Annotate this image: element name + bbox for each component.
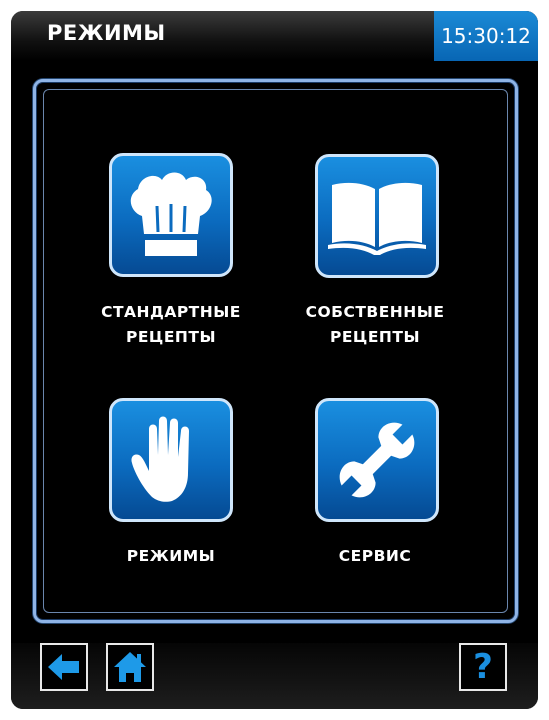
modes-button[interactable] [109, 398, 233, 522]
standard-recipes-label-line1: СТАНДАРТНЫЕ [101, 303, 241, 321]
header-bar: РЕЖИМЫ 15:30:12 [11, 11, 538, 61]
wrench-icon [339, 422, 415, 498]
menu-panel: СТАНДАРТНЫЕ РЕЦЕПТЫ СОБСТВЕННЫЕ РЕЦЕПТЫ … [33, 79, 518, 623]
own-recipes-button[interactable] [315, 154, 439, 278]
device-screen: РЕЖИМЫ 15:30:12 СТАНДАРТНЫЕ РЕЦЕПТЫ СОБС… [11, 11, 538, 709]
service-label-line1: СЕРВИС [338, 547, 412, 565]
modes-label-line1: РЕЖИМЫ [126, 547, 216, 565]
open-book-icon [328, 182, 426, 255]
own-recipes-label: СОБСТВЕННЫЕ РЕЦЕПТЫ [265, 300, 485, 350]
chef-hat-icon [130, 172, 212, 256]
arrow-left-icon [48, 654, 79, 680]
page-title: РЕЖИМЫ [47, 21, 166, 45]
home-icon [114, 652, 146, 682]
service-label: СЕРВИС [265, 544, 485, 569]
hand-icon [131, 416, 189, 502]
clock-display: 15:30:12 [434, 11, 538, 61]
own-recipes-label-line1: СОБСТВЕННЫЕ [305, 303, 445, 321]
standard-recipes-label: СТАНДАРТНЫЕ РЕЦЕПТЫ [61, 300, 281, 350]
standard-recipes-button[interactable] [109, 153, 233, 277]
help-button[interactable]: ? [459, 643, 507, 691]
service-button[interactable] [315, 398, 439, 522]
standard-recipes-label-line2: РЕЦЕПТЫ [125, 328, 217, 346]
home-button[interactable] [106, 643, 154, 691]
back-button[interactable] [40, 643, 88, 691]
own-recipes-label-line2: РЕЦЕПТЫ [329, 328, 421, 346]
modes-label: РЕЖИМЫ [61, 544, 281, 569]
